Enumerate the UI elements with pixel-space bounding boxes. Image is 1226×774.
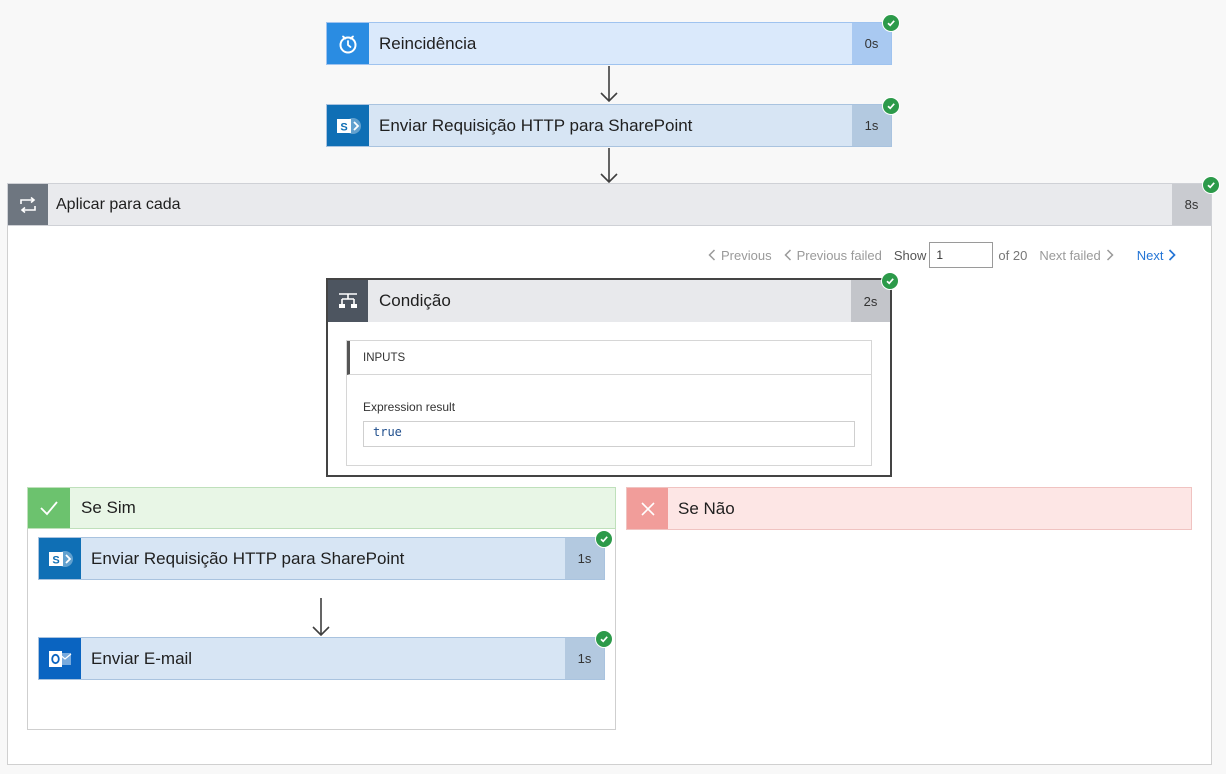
loop-icon	[20, 196, 36, 213]
inputs-header: INPUTS	[347, 341, 871, 375]
recurrence-step[interactable]: Reincidência 0s	[326, 22, 892, 65]
sharepoint-icon: S	[49, 550, 73, 567]
previous-failed-label: Previous failed	[796, 247, 882, 263]
if-yes-title: Se Sim	[81, 498, 136, 517]
next-failed-button[interactable]: Next failed	[1039, 248, 1118, 263]
iteration-pager: Previous Previous failed Show of 20 Next…	[708, 241, 1177, 269]
inputs-label: INPUTS	[363, 351, 406, 364]
send-email-step[interactable]: Enviar E-mail 1s	[38, 637, 605, 680]
iteration-number-input[interactable]	[929, 242, 994, 268]
previous-failed-button[interactable]: Previous failed	[784, 248, 882, 263]
condition-header[interactable]: Condição 2s	[328, 280, 890, 322]
previous-label: Previous	[721, 247, 772, 263]
condition-icon	[339, 293, 357, 308]
if-no-header[interactable]: Se Não	[626, 487, 1192, 530]
svg-text:S: S	[340, 121, 347, 133]
outlook-icon-box	[39, 638, 81, 679]
chevron-right-icon	[1106, 249, 1114, 261]
outlook-icon	[49, 650, 72, 667]
next-failed-label: Next failed	[1039, 247, 1101, 263]
arrow-down-icon	[600, 66, 618, 103]
next-button[interactable]: Next	[1137, 248, 1177, 263]
foreach-icon-box	[8, 184, 48, 225]
condition-title: Condição	[379, 291, 451, 310]
arrow-down-icon	[600, 148, 618, 184]
close-icon	[640, 501, 655, 516]
success-check-icon	[1202, 176, 1220, 194]
if-no-title: Se Não	[678, 498, 735, 518]
sharepoint-http-title: Enviar Requisição HTTP para SharePoint	[379, 115, 693, 135]
success-check-icon	[595, 530, 613, 548]
chevron-right-icon	[1169, 249, 1177, 261]
condition-icon-box	[328, 280, 368, 322]
show-label: Show	[893, 247, 927, 263]
chevron-left-icon	[708, 249, 716, 261]
of-total-label: of 20	[998, 247, 1028, 263]
success-check-icon	[881, 272, 899, 290]
if-yes-header[interactable]: Se Sim	[27, 487, 616, 529]
send-email-title: Enviar E-mail	[91, 648, 193, 668]
yes-sharepoint-http-title: Enviar Requisição HTTP para SharePoint	[91, 548, 405, 568]
foreach-header[interactable]: Aplicar para cada 8s	[7, 183, 1212, 226]
success-check-icon	[595, 630, 613, 648]
sharepoint-http-step[interactable]: S Enviar Requisição HTTP para SharePoint…	[326, 104, 892, 147]
sharepoint-icon-box: S	[327, 105, 369, 146]
condition-inputs-panel: INPUTS Expression result true	[346, 340, 872, 466]
success-check-icon	[882, 97, 900, 115]
previous-button[interactable]: Previous	[708, 248, 772, 263]
sharepoint-icon-box: S	[39, 538, 81, 579]
clock-icon	[339, 35, 357, 53]
next-label: Next	[1136, 247, 1164, 263]
arrow-down-icon	[312, 598, 330, 637]
yes-sharepoint-http-step[interactable]: S Enviar Requisição HTTP para SharePoint…	[38, 537, 605, 580]
if-no-icon-box	[627, 488, 668, 529]
recurrence-title: Reincidência	[379, 33, 477, 53]
recurrence-icon-box	[327, 23, 369, 64]
expression-result-label: Expression result	[363, 400, 456, 414]
expression-result-box: true	[363, 421, 855, 447]
expression-result-value: true	[373, 425, 402, 439]
sharepoint-icon: S	[337, 117, 361, 134]
svg-text:S: S	[52, 554, 59, 566]
success-check-icon	[882, 14, 900, 32]
foreach-title: Aplicar para cada	[56, 195, 181, 213]
checkmark-icon	[40, 501, 58, 516]
if-yes-icon-box	[28, 488, 70, 528]
chevron-left-icon	[784, 249, 791, 261]
